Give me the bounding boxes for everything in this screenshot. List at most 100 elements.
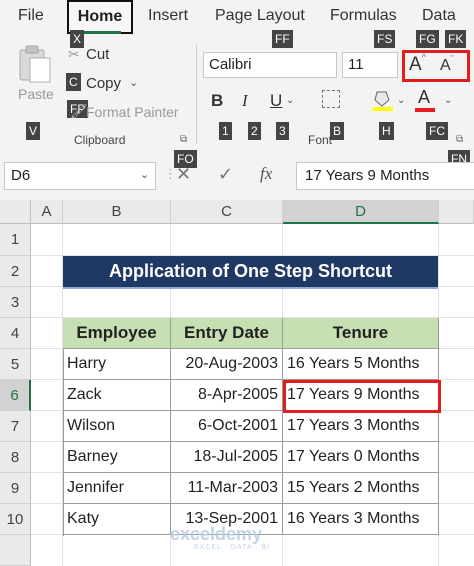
font-color-swatch bbox=[415, 108, 435, 112]
keytip-grow-font: FG bbox=[416, 30, 439, 48]
sheet-title-cell[interactable]: Application of One Step Shortcut bbox=[63, 256, 438, 287]
table-header-cell[interactable]: Entry Date bbox=[171, 318, 283, 349]
row-header-6[interactable]: 6 bbox=[0, 380, 31, 411]
tab-data[interactable]: Data bbox=[422, 7, 456, 25]
tab-page-layout[interactable]: Page Layout bbox=[215, 7, 305, 25]
keytip-font-color: FC bbox=[426, 122, 448, 140]
font-color-dropdown-icon[interactable]: ⌄ bbox=[444, 95, 452, 106]
row-header-3[interactable]: 3 bbox=[0, 287, 31, 318]
table-cell[interactable]: Wilson bbox=[63, 411, 171, 442]
bold-button[interactable]: B bbox=[211, 91, 223, 111]
keytip-font-name: FF bbox=[272, 30, 293, 48]
column-header-d[interactable]: D bbox=[283, 200, 439, 224]
underline-dropdown-icon[interactable]: ⌄ bbox=[286, 95, 294, 106]
copy-dropdown-icon[interactable]: ⌄ bbox=[129, 76, 138, 89]
formula-input[interactable]: 17 Years 9 Months bbox=[296, 162, 474, 190]
row-header-1[interactable]: 1 bbox=[0, 224, 31, 256]
column-header-a[interactable]: A bbox=[31, 200, 63, 224]
tab-home[interactable]: Home bbox=[67, 0, 133, 34]
table-cell[interactable]: 15 Years 2 Months bbox=[283, 473, 439, 504]
row-header-7[interactable]: 7 bbox=[0, 411, 31, 442]
font-name-select[interactable]: Calibri bbox=[203, 52, 337, 78]
font-size-select[interactable]: 11 bbox=[342, 52, 398, 78]
cancel-icon[interactable]: ✕ bbox=[176, 164, 191, 185]
table-header-cell[interactable]: Tenure bbox=[283, 318, 439, 349]
table-cell[interactable]: Zack bbox=[63, 380, 171, 411]
borders-icon[interactable] bbox=[322, 90, 340, 108]
format-painter-button[interactable]: Format Painter bbox=[86, 104, 179, 120]
cut-button[interactable]: Cut bbox=[86, 46, 109, 63]
underline-button[interactable]: U bbox=[270, 91, 282, 111]
table-cell[interactable]: 17 Years 3 Months bbox=[283, 411, 439, 442]
keytip-paste: V bbox=[26, 122, 41, 140]
keytip-fill: H bbox=[379, 122, 394, 140]
watermark-tagline: EXCEL · DATA · BI bbox=[194, 544, 270, 551]
insert-function-button[interactable]: fx bbox=[260, 164, 272, 184]
font-group-label: Font bbox=[308, 133, 333, 147]
select-all-corner[interactable] bbox=[0, 200, 31, 224]
font-launcher-icon[interactable]: ⧉ bbox=[456, 134, 463, 145]
table-cell[interactable]: Harry bbox=[63, 349, 171, 380]
fill-dropdown-icon[interactable]: ⌄ bbox=[397, 95, 405, 106]
table-cell[interactable]: 6-Oct-2001 bbox=[171, 411, 283, 442]
clipboard-launcher-icon[interactable]: ⧉ bbox=[180, 134, 187, 145]
tab-formulas[interactable]: Formulas bbox=[330, 7, 397, 25]
exceldemy-watermark: exceldemy EXCEL · DATA · BI bbox=[170, 524, 269, 551]
table-cell[interactable]: 16 Years 5 Months bbox=[283, 349, 439, 380]
row-header-2[interactable]: 2 bbox=[0, 256, 31, 287]
table-header-cell[interactable]: Employee bbox=[63, 318, 171, 349]
paste-label: Paste bbox=[18, 86, 54, 102]
table-cell[interactable]: 18-Jul-2005 bbox=[171, 442, 283, 473]
font-color-icon: A bbox=[418, 87, 431, 107]
formula-value: 17 Years 9 Months bbox=[305, 167, 430, 184]
watermark-name: exceldemy bbox=[170, 524, 263, 544]
paste-button[interactable] bbox=[14, 44, 54, 91]
keytip-underline: 3 bbox=[276, 122, 289, 140]
table-cell[interactable]: 16 Years 3 Months bbox=[283, 504, 439, 535]
paste-icon bbox=[19, 45, 51, 83]
column-header-b[interactable]: B bbox=[63, 200, 171, 224]
table-cell[interactable]: 11-Mar-2003 bbox=[171, 473, 283, 504]
decrease-font-size-button[interactable]: Aˇ bbox=[440, 54, 454, 75]
row-header-11[interactable] bbox=[0, 535, 31, 566]
keytip-borders: B bbox=[330, 122, 345, 140]
tab-file[interactable]: File bbox=[18, 7, 44, 25]
keytip-italic: 2 bbox=[248, 122, 261, 140]
table-cell[interactable]: 20-Aug-2003 bbox=[171, 349, 283, 380]
shrink-font-icon: A bbox=[440, 57, 451, 74]
clipboard-group-label: Clipboard bbox=[74, 133, 126, 147]
column-header-c[interactable]: C bbox=[171, 200, 283, 224]
row-header-9[interactable]: 9 bbox=[0, 473, 31, 504]
table-cell[interactable]: Katy bbox=[63, 504, 171, 535]
keytip-font-size: FS bbox=[374, 30, 396, 48]
fill-bucket-icon bbox=[373, 91, 393, 111]
row-header-5[interactable]: 5 bbox=[0, 349, 31, 380]
table-cell[interactable]: 8-Apr-2005 bbox=[171, 380, 283, 411]
font-size-value: 11 bbox=[348, 56, 364, 73]
font-color-button[interactable]: A bbox=[415, 87, 435, 112]
column-header-e[interactable] bbox=[439, 200, 474, 224]
font-name-value: Calibri bbox=[209, 56, 252, 73]
keytip-shrink-font: FK bbox=[445, 30, 467, 48]
name-box-dropdown-icon[interactable]: ⌄ bbox=[140, 168, 149, 181]
row-header-4[interactable]: 4 bbox=[0, 318, 31, 349]
active-cell-d6[interactable] bbox=[283, 380, 441, 413]
table-cell[interactable]: Jennifer bbox=[63, 473, 171, 504]
row-header-10[interactable]: 10 bbox=[0, 504, 31, 535]
enter-icon[interactable]: ✓ bbox=[218, 164, 233, 185]
increase-font-size-button[interactable]: A^ bbox=[409, 52, 426, 76]
grow-font-icon: A bbox=[409, 54, 422, 75]
tab-insert[interactable]: Insert bbox=[148, 7, 188, 25]
name-box[interactable]: D6 bbox=[4, 162, 156, 190]
copy-button[interactable]: Copy bbox=[86, 75, 121, 92]
table-cell[interactable]: 17 Years 0 Months bbox=[283, 442, 439, 473]
table-cell[interactable]: Barney bbox=[63, 442, 171, 473]
keytip-bold: 1 bbox=[219, 122, 232, 140]
italic-button[interactable]: I bbox=[242, 91, 248, 111]
name-box-value: D6 bbox=[11, 167, 31, 184]
fill-color-button[interactable] bbox=[372, 88, 394, 117]
title-underline bbox=[63, 287, 438, 289]
group-divider bbox=[196, 44, 197, 144]
row-header-8[interactable]: 8 bbox=[0, 442, 31, 473]
scissors-icon: ✂ bbox=[68, 46, 80, 62]
